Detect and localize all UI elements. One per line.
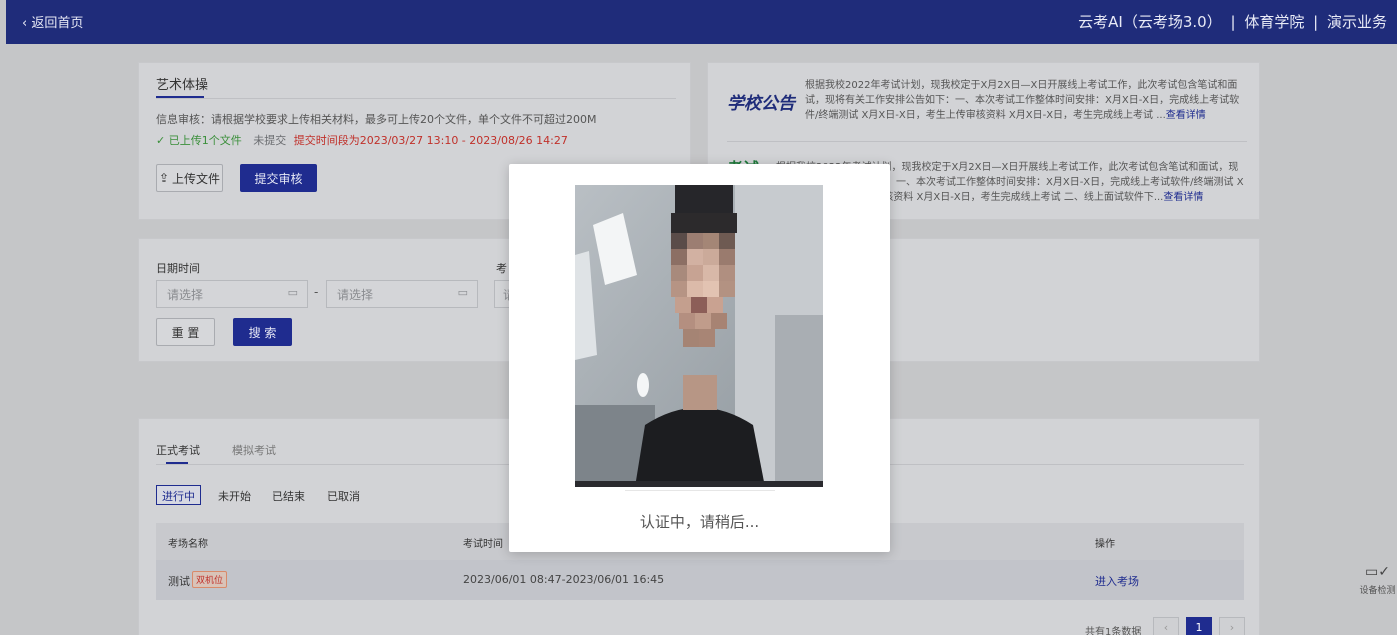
divider <box>156 98 676 99</box>
submit-status: 未提交 <box>253 134 287 147</box>
calendar-icon: ▭ <box>287 286 298 299</box>
top-nav-bar: ‹ 返回首页 云考AI（云考场3.0） | 体育学院 | 演示业务 <box>6 0 1397 44</box>
reset-button[interactable]: 重 置 <box>156 318 215 346</box>
search-label: 搜 索 <box>248 325 277 340</box>
school-notice-tag: 学校公告 <box>727 94 795 114</box>
dual-camera-badge: 双机位 <box>192 571 228 588</box>
check-icon: ✓ <box>156 134 169 147</box>
prev-page-button[interactable]: ‹ <box>1153 617 1179 635</box>
range-dash: - <box>314 285 319 299</box>
chevron-left-icon: ‹ <box>22 16 32 31</box>
page-1-button[interactable]: 1 <box>1186 617 1212 635</box>
device-check-button[interactable]: ▭✓ 设备检测 <box>1358 560 1397 610</box>
camera-preview <box>575 185 823 487</box>
calendar-icon: ▭ <box>457 286 468 299</box>
next-page-button[interactable]: › <box>1219 617 1245 635</box>
search-button[interactable]: 搜 索 <box>233 318 292 346</box>
uploaded-count: 已上传1个文件 <box>168 134 242 147</box>
start-date-input[interactable]: 请选择 ▭ <box>156 280 308 308</box>
org-name: 体育学院 <box>1244 13 1305 31</box>
header-info: 云考AI（云考场3.0） | 体育学院 | 演示业务 <box>1074 11 1387 32</box>
exam-time-cell: 2023/06/01 08:47-2023/06/01 16:45 <box>463 573 665 586</box>
enter-exam-link[interactable]: 进入考场 <box>1095 573 1139 589</box>
back-home-link[interactable]: ‹ 返回首页 <box>22 12 83 31</box>
column-actions: 操作 <box>1095 539 1115 550</box>
upload-file-label: 上传文件 <box>172 171 221 186</box>
status-tab-ongoing[interactable]: 进行中 <box>156 485 201 505</box>
reset-label: 重 置 <box>171 325 200 340</box>
view-details-link[interactable]: 查看详情 <box>1166 110 1206 121</box>
device-check-label: 设备检测 <box>1359 586 1396 596</box>
upload-icon: ⇪ <box>158 171 170 185</box>
separator: | <box>1313 13 1319 31</box>
upload-info-text: 信息审核：请根据学校要求上传相关材料，最多可上传20个文件，单个文件不可超过20… <box>156 113 597 126</box>
tab-formal-exam[interactable]: 正式考试 <box>156 442 200 458</box>
divider <box>625 490 775 491</box>
separator: | <box>1230 13 1236 31</box>
back-home-label: 返回首页 <box>31 16 84 31</box>
end-date-placeholder: 请选择 <box>337 288 374 302</box>
upload-status-line: ✓ 已上传1个文件 未提交 提交时间段为2023/03/27 13:10 - 2… <box>156 132 568 148</box>
view-details-link[interactable]: 查看详情 <box>1163 192 1203 203</box>
column-exam-name: 考场名称 <box>168 539 208 550</box>
status-tab-ended[interactable]: 已结束 <box>272 488 305 504</box>
status-tab-not-started[interactable]: 未开始 <box>218 488 251 504</box>
start-date-placeholder: 请选择 <box>167 288 204 302</box>
exam-name-cell: 测试 <box>168 575 190 588</box>
subject-title: 艺术体操 <box>156 78 209 93</box>
upload-file-button[interactable]: ⇪ 上传文件 <box>156 164 223 192</box>
table-row: 测试 双机位 2023/06/01 08:47-2023/06/01 16:45… <box>156 560 1244 600</box>
chevron-left-icon: ‹ <box>1163 621 1169 634</box>
webcam-image <box>575 185 823 487</box>
status-tab-cancelled[interactable]: 已取消 <box>327 488 360 504</box>
page-root: ‹ 返回首页 云考AI（云考场3.0） | 体育学院 | 演示业务 艺术体操 信… <box>0 0 1397 635</box>
verification-modal: 认证中，请稍后... <box>509 164 890 552</box>
date-time-label: 日期时间 <box>156 262 200 275</box>
column-exam-time: 考试时间 <box>463 539 503 550</box>
school-notice-text: 根据我校2022年考试计划，现我校定于X月2X日—X日开展线上考试工作，此次考试… <box>805 78 1245 124</box>
total-count: 共有1条数据 <box>1085 627 1142 635</box>
exam-label: 考 <box>496 262 507 275</box>
submit-review-label: 提交审核 <box>254 171 303 186</box>
device-check-icon: ▭✓ <box>1365 564 1390 580</box>
app-title: 云考AI（云考场3.0） <box>1078 13 1222 31</box>
tab-mock-exam[interactable]: 模拟考试 <box>232 442 276 458</box>
chevron-right-icon: › <box>1229 621 1235 634</box>
verification-status-text: 认证中，请稍后... <box>639 513 760 531</box>
business-name: 演示业务 <box>1326 13 1387 31</box>
end-date-input[interactable]: 请选择 ▭ <box>326 280 478 308</box>
submit-review-button[interactable]: 提交审核 <box>240 164 317 192</box>
submit-deadline: 提交时间段为2023/03/27 13:10 - 2023/08/26 14:2… <box>293 134 568 147</box>
divider <box>727 141 1247 142</box>
